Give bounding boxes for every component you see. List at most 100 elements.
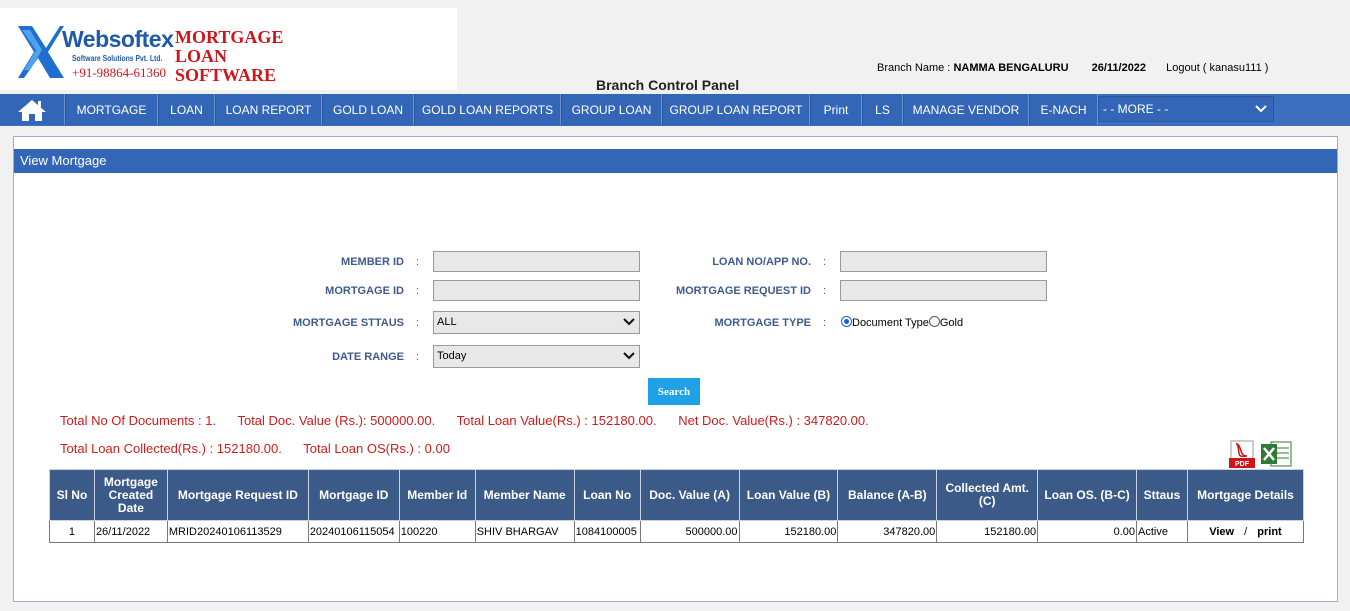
nav-item-e-nach[interactable]: E-NACH (1029, 94, 1098, 125)
nav-item-gold-loan[interactable]: GOLD LOAN (322, 94, 414, 125)
mortgage-status-select[interactable]: ALL (433, 311, 640, 334)
brand-subtitle: Software Solutions Pvt. Ltd. (72, 54, 163, 63)
cell-status: Active (1136, 520, 1188, 543)
print-link[interactable]: print (1257, 526, 1281, 538)
view-link[interactable]: View (1209, 526, 1234, 538)
cell-mortgage-details: View / print (1186, 520, 1305, 543)
mortgage-status-label: MORTGAGE STTAUS (292, 317, 404, 329)
cell-balance: 347820.00 (837, 520, 938, 543)
col-doc-value: Doc. Value (A) (639, 469, 740, 521)
col-loan-no: Loan No (573, 469, 641, 521)
panel-header: View Mortgage (14, 149, 1337, 173)
cell-loan-value: 152180.00 (738, 520, 839, 543)
mortgage-table: Sl No Mortgage Created Date Mortgage Req… (49, 469, 1305, 543)
cell-created-date: 26/11/2022 (93, 520, 168, 543)
svg-text:PDF: PDF (1235, 461, 1250, 468)
col-balance: Balance (A-B) (837, 469, 938, 521)
brand-title-line: LOAN (175, 46, 228, 66)
summary-total-loan-value: Total Loan Value(Rs.) : 152180.00. (456, 413, 657, 428)
brand-name: Websoftex (62, 26, 174, 52)
cell-collected-amt: 152180.00 (936, 520, 1039, 543)
radio-document-type[interactable] (841, 316, 852, 327)
date-range-select[interactable]: Today (433, 345, 640, 368)
radio-gold[interactable] (928, 316, 940, 327)
search-button[interactable]: Search (648, 378, 700, 405)
mortgage-type-label: MORTGAGE TYPE (714, 317, 811, 329)
summary-total-loan-collected: Total Loan Collected(Rs.) : 152180.00. (60, 441, 282, 456)
branch-name-value: NAMMA BENGALURU (953, 62, 1069, 74)
nav-item-group-loan-report[interactable]: GROUP LOAN REPORT (662, 94, 810, 125)
cell-sl-no: 1 (49, 520, 95, 543)
nav-more-select[interactable]: - - MORE - - (1098, 96, 1274, 122)
nav-item-gold-loan-reports[interactable]: GOLD LOAN REPORTS (414, 94, 561, 125)
mortgage-status-value: ALL (437, 316, 457, 328)
col-member-id: Member Id (398, 469, 476, 521)
nav-item-ls[interactable]: LS (862, 94, 903, 125)
summary-line-1: Total No Of Documents : 1. Total Doc. Va… (60, 413, 887, 428)
brand-title-line: MORTGAGE (175, 27, 284, 47)
member-id-label: MEMBER ID (341, 256, 404, 268)
brand-logo-area: Websoftex Software Solutions Pvt. Ltd. +… (0, 8, 457, 90)
mortgage-request-id-input[interactable] (840, 280, 1047, 301)
col-sl-no: Sl No (49, 469, 95, 521)
col-created-date: Mortgage Created Date (93, 469, 168, 521)
nav-item-loan[interactable]: LOAN (158, 94, 215, 125)
col-loan-os: Loan OS. (B-C) (1037, 469, 1137, 521)
branch-name-label: Branch Name : (877, 62, 951, 74)
radio-document-type-label: Document Type (852, 317, 929, 329)
cell-loan-os: 0.00 (1037, 520, 1137, 543)
nav-item-group-loan[interactable]: GROUP LOAN (561, 94, 662, 125)
mortgage-type-radio-group: Document Type Gold (841, 316, 963, 329)
nav-home-button[interactable] (0, 94, 65, 125)
col-mortgage-id: Mortgage ID (307, 469, 400, 521)
table-row: 1 26/11/2022 MRID20240106113529 20240106… (49, 520, 1305, 543)
brand-title-line: SOFTWARE (175, 65, 277, 85)
excel-icon[interactable] (1259, 440, 1293, 468)
cell-request-id: MRID20240106113529 (166, 520, 309, 543)
nav-item-manage-vendor[interactable]: MANAGE VENDOR (903, 94, 1029, 125)
chevron-down-icon (623, 352, 635, 360)
cell-member-id: 100220 (398, 520, 476, 543)
col-collected-amt: Collected Amt. (C) (936, 469, 1039, 521)
col-request-id: Mortgage Request ID (166, 469, 309, 521)
chevron-down-icon (1255, 105, 1267, 113)
header-info: Branch Name : NAMMA BENGALURU 26/11/2022… (877, 62, 1268, 74)
nav-item-print[interactable]: Print (810, 94, 862, 125)
colon: : (416, 351, 420, 363)
colon: : (823, 256, 827, 268)
col-mortgage-details: Mortgage Details (1186, 469, 1305, 521)
colon: : (416, 317, 420, 329)
main-nav: MORTGAGE LOAN LOAN REPORT GOLD LOAN GOLD… (0, 94, 1350, 126)
col-member-name: Member Name (474, 469, 575, 521)
view-mortgage-panel: View Mortgage MEMBER ID : LOAN NO/APP NO… (13, 136, 1338, 602)
cell-doc-value: 500000.00 (639, 520, 740, 543)
colon: : (823, 285, 827, 297)
loan-no-input[interactable] (840, 251, 1047, 272)
mortgage-request-id-label: MORTGAGE REQUEST ID (675, 285, 811, 297)
mortgage-id-input[interactable] (433, 280, 640, 301)
pdf-icon[interactable]: PDF (1229, 440, 1259, 469)
summary-net-doc-value: Net Doc. Value(Rs.) : 347820.00. (678, 413, 869, 428)
col-status: Sttaus (1136, 469, 1188, 521)
nav-item-loan-report[interactable]: LOAN REPORT (215, 94, 322, 125)
date-range-value: Today (437, 350, 467, 362)
loan-no-label: LOAN NO/APP NO. (712, 256, 811, 268)
current-date: 26/11/2022 (1091, 62, 1147, 74)
websoftex-x-logo-icon (18, 26, 64, 78)
home-icon (18, 99, 46, 121)
col-loan-value: Loan Value (B) (738, 469, 839, 521)
page-title: Branch Control Panel (596, 77, 740, 93)
nav-more-label: - - MORE - - (1103, 102, 1169, 116)
cell-loan-no: 1084100005 (573, 520, 641, 543)
table-header-row: Sl No Mortgage Created Date Mortgage Req… (49, 469, 1305, 521)
summary-total-doc-value: Total Doc. Value (Rs.): 500000.00. (237, 413, 436, 428)
logout-link[interactable]: Logout ( kanasu111 ) (1166, 62, 1268, 74)
date-range-label: DATE RANGE (332, 351, 404, 363)
member-id-input[interactable] (433, 251, 640, 272)
nav-item-mortgage[interactable]: MORTGAGE (65, 94, 158, 125)
summary-total-docs: Total No Of Documents : 1. (60, 413, 217, 428)
colon: : (823, 317, 827, 329)
cell-mortgage-id: 20240106115054 (307, 520, 400, 543)
cell-member-name: SHIV BHARGAV (474, 520, 575, 543)
summary-total-loan-os: Total Loan OS(Rs.) : 0.00 (303, 441, 450, 456)
